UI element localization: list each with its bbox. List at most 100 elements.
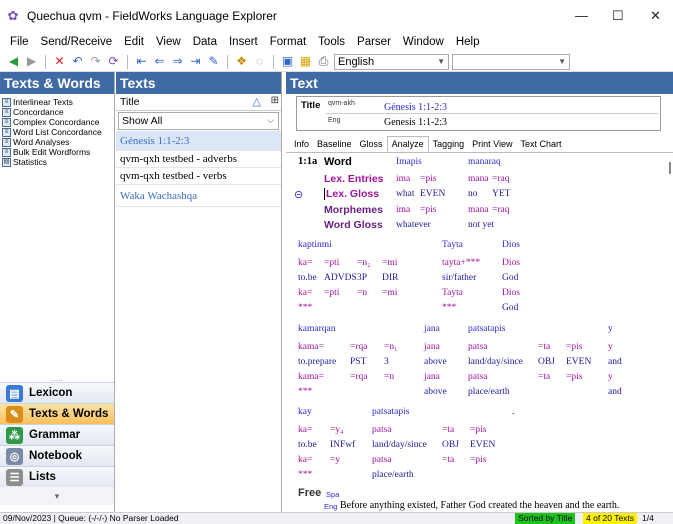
lex-entry[interactable]: =raq [492,174,510,184]
lex-gloss[interactable]: and [608,357,622,367]
last-record-icon[interactable]: ⇥ [188,54,203,69]
next-record-icon[interactable]: ⇒ [170,54,185,69]
word-gloss[interactable]: God [502,303,518,313]
morpheme[interactable]: =pis [566,372,582,382]
lex-entry[interactable]: patsa [468,342,488,352]
lex-gloss[interactable]: what [396,189,414,199]
menu-file[interactable]: File [4,36,35,48]
morpheme[interactable]: patsa [468,372,488,382]
area-texts-words[interactable]: ✎ Texts & Words [0,403,114,424]
delete-icon[interactable]: ✕ [52,54,67,69]
bundle-word[interactable]: y [608,324,613,334]
bundle-word[interactable]: kay [298,407,312,417]
word-gloss[interactable]: not yet [468,220,494,230]
insert-text-icon[interactable]: ▣ [280,54,295,69]
morpheme[interactable]: =n [357,288,367,298]
lex-gloss[interactable]: 3 [384,357,389,367]
lex-gloss[interactable]: to.be [298,440,317,450]
lex-gloss[interactable]: EVEN [420,189,445,199]
menu-send-receive[interactable]: Send/Receive [35,36,119,48]
menu-edit[interactable]: Edit [118,36,150,48]
word-gloss[interactable]: *** [298,387,312,397]
lex-entry[interactable]: =pis [420,174,436,184]
word-gloss[interactable]: place/earth [468,387,510,397]
style-icon[interactable]: ▦ [298,54,313,69]
word-gloss[interactable]: place/earth [372,470,414,480]
lex-gloss[interactable]: INFwf [330,440,355,450]
tool-bulk-edit-wordforms[interactable]: ≡ Bulk Edit Wordforms [0,147,114,157]
record-row[interactable]: qvm-qxh testbed - verbs [116,168,281,185]
lex-gloss[interactable]: God [502,273,518,283]
word-gloss[interactable]: above [424,387,447,397]
tab-analyze[interactable]: Analyze [386,136,429,152]
menu-window[interactable]: Window [397,36,450,48]
lex-gloss[interactable]: PST [350,357,366,367]
lex-gloss[interactable]: to.prepare [298,357,336,367]
lex-entry[interactable]: jana [424,342,440,352]
lex-gloss[interactable]: 3P [357,273,367,283]
lex-entry[interactable]: y [608,342,613,352]
lex-gloss[interactable]: land/day/since [372,440,427,450]
lex-entry[interactable]: ka= [298,258,312,268]
tool-word-list-concordance[interactable]: ≡ Word List Concordance [0,127,114,137]
lex-entry[interactable]: =n₂ [357,258,370,268]
menu-insert[interactable]: Insert [223,36,264,48]
focus-word[interactable]: Imapis [396,157,422,167]
title-field-english[interactable]: Eng Genesis 1:1-2:3 [326,115,658,130]
lex-entry[interactable]: =rqa [350,342,368,352]
tool-complex-concordance[interactable]: ≡ Complex Concordance [0,117,114,127]
tab-info[interactable]: Info [290,137,313,152]
lex-gloss[interactable]: EVEN [566,357,591,367]
morpheme[interactable]: =ta [442,455,454,465]
morpheme[interactable]: =y [330,455,340,465]
morpheme[interactable]: patsa [372,455,392,465]
word-gloss[interactable]: *** [298,303,312,313]
tool-statistics[interactable]: ▤ Statistics [0,157,114,167]
filter-dropdown[interactable]: Show All ⌵ [118,112,279,130]
menu-view[interactable]: View [150,36,187,48]
morpheme[interactable]: Dios [502,288,520,298]
tool-word-analyses[interactable]: ≡ Word Analyses [0,137,114,147]
tab-text-chart[interactable]: Text Chart [516,137,565,152]
morpheme[interactable]: =mi [382,288,397,298]
morpheme[interactable]: ka= [298,288,312,298]
bundle-word[interactable]: kamarqan [298,324,335,334]
lex-gloss[interactable]: YET [492,189,510,199]
redo-icon[interactable]: ↷ [88,54,103,69]
lex-gloss[interactable]: OBJ [442,440,459,450]
lex-entry[interactable]: patsa [372,425,392,435]
tool-interlinear-texts[interactable]: ≡ Interlinear Texts [0,97,114,107]
lex-entry[interactable]: =ta [538,342,550,352]
record-row[interactable]: Waka Wachashqa [116,185,281,207]
parser-stop-icon[interactable]: ◌ [252,54,267,69]
scrollbar-thumb[interactable] [669,162,671,174]
lex-gloss[interactable]: sir/father [442,273,476,283]
lex-entry[interactable]: mana [468,174,489,184]
analysis-menu-icon[interactable]: ⊝ [294,188,303,201]
menu-help[interactable]: Help [450,36,486,48]
area-lexicon[interactable]: ▤ Lexicon [0,382,114,403]
minimize-button[interactable]: — [575,8,588,23]
morpheme[interactable]: ima [396,205,410,215]
column-chooser-icon[interactable]: ⊞ [271,95,279,106]
tab-baseline[interactable]: Baseline [313,137,356,152]
lex-gloss[interactable]: land/day/since [468,357,523,367]
record-row-selected[interactable]: Génesis 1:1-2:3 [116,131,281,151]
word-gloss[interactable]: and [608,387,622,397]
morpheme[interactable]: jana [424,372,440,382]
maximize-button[interactable]: ☐ [612,8,624,24]
morpheme[interactable]: =raq [492,205,510,215]
morpheme[interactable]: =n [384,372,394,382]
morpheme[interactable]: =pti [324,288,339,298]
lex-entry[interactable]: =pis [566,342,582,352]
style-combo[interactable]: ▼ [452,53,570,70]
menu-data[interactable]: Data [187,36,223,48]
lex-entry[interactable]: =mi [382,258,397,268]
tab-print-view[interactable]: Print View [468,137,516,152]
lex-entry[interactable]: =n₁ [384,342,397,352]
bundle-word[interactable]: Tayta [442,240,463,250]
tab-gloss[interactable]: Gloss [356,137,387,152]
lex-gloss[interactable]: EVEN [470,440,495,450]
morpheme[interactable]: y [608,372,613,382]
morpheme[interactable]: ka= [298,455,312,465]
